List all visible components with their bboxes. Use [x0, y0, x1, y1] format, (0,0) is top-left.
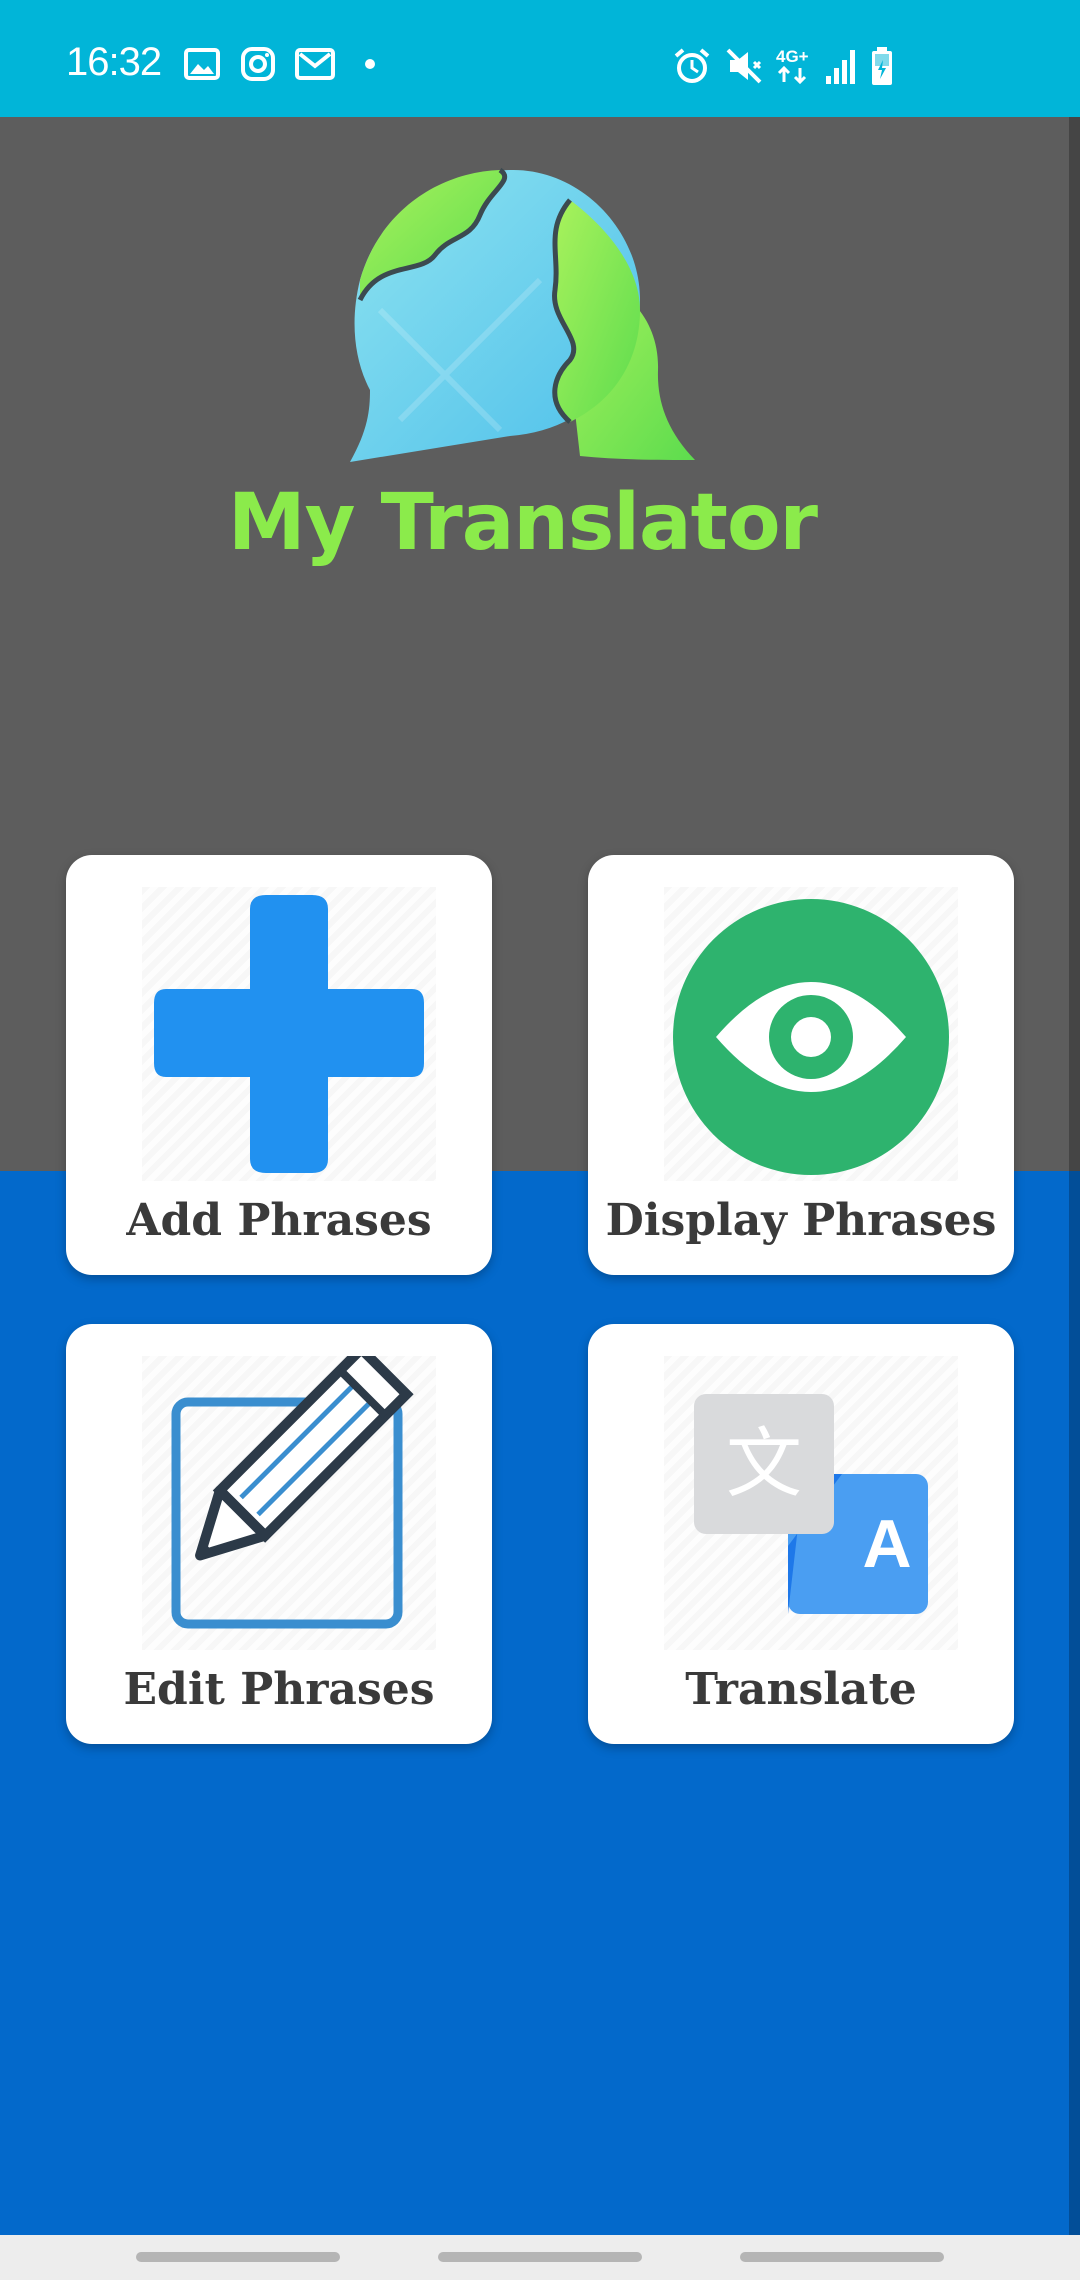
- gmail-icon: [295, 48, 335, 80]
- card-label: Add Phrases: [126, 1195, 432, 1246]
- card-label: Edit Phrases: [123, 1664, 435, 1715]
- nav-recent-handle[interactable]: [136, 2252, 340, 2262]
- status-time: 16:32: [66, 40, 162, 84]
- navigation-bar: [0, 2235, 1080, 2280]
- pencil-edit-icon: [171, 1356, 414, 1629]
- add-phrases-button[interactable]: Add Phrases: [66, 855, 492, 1275]
- network-4g-icon: 4G+: [776, 48, 816, 88]
- gallery-icon: [184, 48, 220, 80]
- translate-icon: 文 A: [664, 1356, 958, 1650]
- translate-glyph-cjk: 文: [726, 1419, 802, 1508]
- app-title: My Translator: [227, 478, 818, 568]
- alarm-icon: [674, 48, 710, 83]
- edit-phrases-button[interactable]: Edit Phrases: [66, 1324, 492, 1744]
- app-logo-icon: [350, 167, 695, 462]
- card-label: Display Phrases: [605, 1195, 997, 1246]
- mute-icon: [726, 48, 762, 84]
- eye-icon: [673, 899, 949, 1175]
- dot-icon: [365, 59, 375, 69]
- status-bar: 16:32 4G+: [0, 0, 1080, 117]
- card-label: Translate: [685, 1664, 917, 1715]
- translate-glyph-latin: A: [862, 1506, 912, 1582]
- nav-back-handle[interactable]: [740, 2252, 944, 2262]
- plus-icon: [154, 895, 424, 1173]
- signal-icon: [826, 50, 855, 84]
- battery-icon: [872, 47, 892, 85]
- scroll-edge: [1069, 117, 1080, 2235]
- display-phrases-button[interactable]: Display Phrases: [588, 855, 1014, 1275]
- nav-home-handle[interactable]: [438, 2252, 642, 2262]
- instagram-icon: [241, 47, 275, 81]
- translate-button[interactable]: 文 A Translate: [588, 1324, 1014, 1744]
- network-label: 4G+: [776, 47, 809, 66]
